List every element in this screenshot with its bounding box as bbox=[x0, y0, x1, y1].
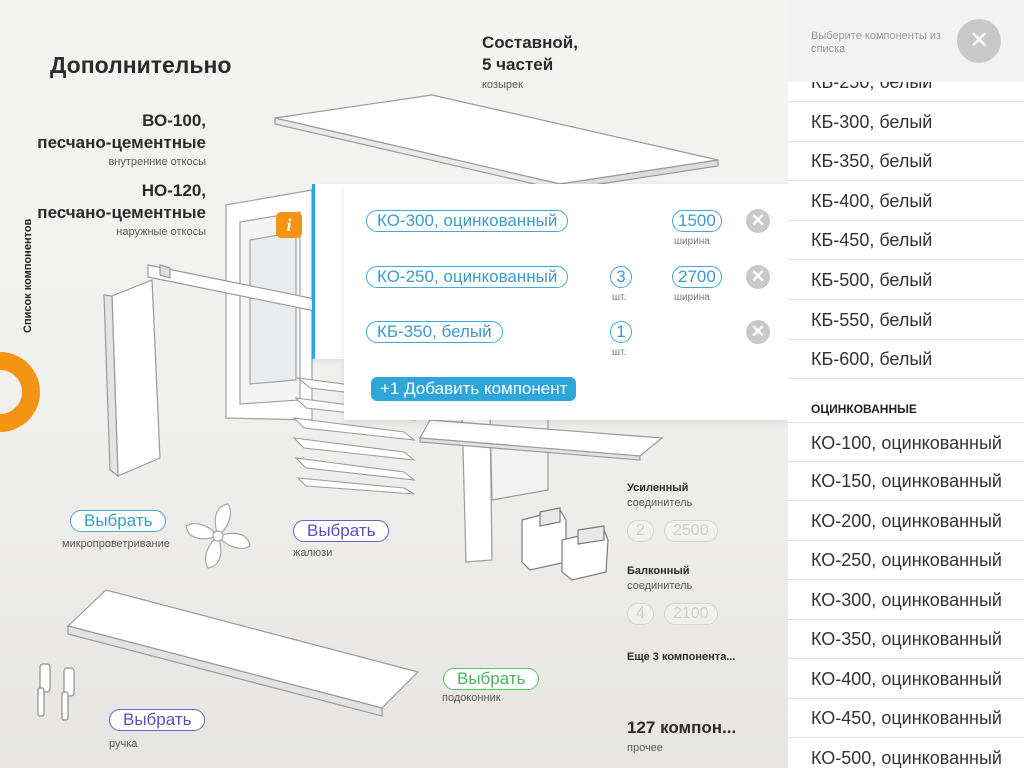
qty-unit-label: шт. bbox=[612, 292, 627, 303]
catalog-item[interactable]: КО-300, оцинкованный bbox=[788, 580, 1024, 620]
component-qty-pill[interactable]: 3 bbox=[610, 266, 632, 288]
windowsill-caption: подоконник bbox=[442, 692, 501, 704]
catalog-item[interactable]: КБ-400, белый bbox=[788, 181, 1024, 221]
catalog-item[interactable]: КО-150, оцинкованный bbox=[788, 461, 1024, 501]
component-catalog-sidebar: Выберите компоненты из списка ✕ КБ-250, … bbox=[788, 0, 1024, 768]
catalog-item[interactable]: КО-250, оцинкованный bbox=[788, 540, 1024, 580]
catalog-item[interactable]: КО-400, оцинкованный bbox=[788, 659, 1024, 699]
catalog-item[interactable]: КО-100, оцинкованный bbox=[788, 422, 1024, 462]
component-width-pill[interactable]: 1500 bbox=[672, 210, 722, 232]
remove-component-icon[interactable]: ✕ bbox=[746, 320, 770, 344]
catalog-item[interactable]: КБ-550, белый bbox=[788, 300, 1024, 340]
qty-unit-label: шт. bbox=[612, 347, 627, 358]
component-name-pill[interactable]: КО-300, оцинкованный bbox=[366, 210, 569, 232]
select-windowsill-button[interactable]: Выбрать bbox=[443, 668, 540, 690]
blinds-caption: жалюзи bbox=[293, 547, 333, 559]
page-title: Дополнительно bbox=[50, 52, 232, 78]
balcony-connector-qty[interactable]: 4 bbox=[627, 603, 654, 625]
sidebar-header: Выберите компоненты из списка ✕ bbox=[788, 0, 1024, 82]
catalog-section-title: ОЦИНКОВАННЫЕ bbox=[811, 402, 917, 416]
component-qty-pill[interactable]: 1 bbox=[610, 321, 632, 343]
remove-component-icon[interactable]: ✕ bbox=[746, 209, 770, 233]
add-component-button[interactable]: +1 Добавить компонент bbox=[371, 377, 577, 401]
info-icon[interactable]: i bbox=[276, 212, 302, 238]
select-micro-vent-button[interactable]: Выбрать bbox=[70, 510, 167, 532]
more-components-link[interactable]: Еще 3 компонента... bbox=[627, 651, 735, 663]
other-components-label[interactable]: 127 компон... прочее bbox=[627, 718, 736, 754]
remove-component-icon[interactable]: ✕ bbox=[746, 265, 770, 289]
catalog-item[interactable]: КБ-600, белый bbox=[788, 339, 1024, 379]
close-icon[interactable]: ✕ bbox=[957, 19, 1001, 63]
micro-vent-caption: микропроветривание bbox=[62, 538, 170, 550]
catalog-item[interactable]: КБ-350, белый bbox=[788, 141, 1024, 181]
component-list-tab[interactable] bbox=[312, 184, 346, 359]
catalog-item[interactable]: КБ-300, белый bbox=[788, 102, 1024, 142]
catalog-item[interactable]: КО-500, оцинкованный bbox=[788, 738, 1024, 768]
catalog-item[interactable]: КБ-500, белый bbox=[788, 260, 1024, 300]
balcony-connector-width[interactable]: 2100 bbox=[664, 603, 718, 625]
component-list-tab-label: Список компонентов bbox=[22, 218, 34, 333]
handle-caption: ручка bbox=[109, 738, 138, 750]
sidebar-hint: Выберите компоненты из списка bbox=[811, 30, 942, 55]
catalog-item[interactable]: КО-350, оцинкованный bbox=[788, 619, 1024, 659]
component-name-pill[interactable]: КО-250, оцинкованный bbox=[366, 266, 569, 288]
reinforced-connector-label: Усиленный соединитель bbox=[627, 482, 693, 509]
select-handle-button[interactable]: Выбрать bbox=[109, 709, 206, 731]
width-unit-label: ширина bbox=[674, 292, 710, 303]
select-blinds-button[interactable]: Выбрать bbox=[293, 520, 390, 542]
width-unit-label: ширина bbox=[674, 236, 710, 247]
catalog-item[interactable]: КО-200, оцинкованный bbox=[788, 501, 1024, 541]
outer-slopes-label: НО-120, песчано-цементные наружные откос… bbox=[37, 181, 206, 238]
inner-slopes-label: ВО-100, песчано-цементные внутренние отк… bbox=[37, 111, 206, 168]
catalog-item[interactable]: КБ-450, белый bbox=[788, 220, 1024, 260]
reinforced-connector-width[interactable]: 2500 bbox=[664, 520, 718, 542]
component-width-pill[interactable]: 2700 bbox=[672, 266, 722, 288]
catalog-item[interactable]: КО-450, оцинкованный bbox=[788, 698, 1024, 738]
component-name-pill[interactable]: КБ-350, белый bbox=[366, 321, 503, 343]
visor-label: Составной, 5 частей козырек bbox=[482, 33, 578, 91]
component-list-popup: КО-300, оцинкованный 1500 ширина ✕ КО-25… bbox=[344, 184, 788, 420]
balcony-connector-label: Балконный соединитель bbox=[627, 565, 693, 592]
reinforced-connector-qty[interactable]: 2 bbox=[627, 520, 654, 542]
